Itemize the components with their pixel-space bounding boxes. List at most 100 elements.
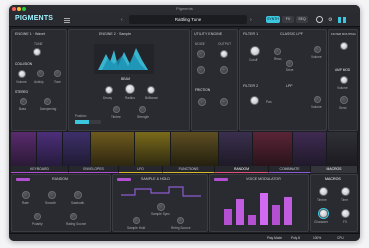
random-title[interactable]: RANDOM — [52, 177, 68, 181]
routing-title[interactable]: FILTER ROUTING — [331, 32, 356, 36]
friction-knob[interactable] — [198, 98, 206, 106]
preset-name[interactable]: Rattling Tune — [129, 15, 247, 24]
position-slider[interactable] — [75, 120, 101, 124]
seq-slot-5[interactable] — [135, 132, 171, 166]
polarity-knob[interactable] — [34, 213, 41, 220]
macro-fx-label: FX — [343, 220, 348, 224]
seq-slot-9[interactable] — [293, 132, 327, 166]
seq-slot-2[interactable] — [37, 132, 63, 166]
macro-time-knob[interactable] — [341, 187, 350, 196]
tune-knob[interactable] — [33, 48, 41, 56]
sample-hold-knob[interactable] — [133, 217, 140, 224]
sample-sync-knob[interactable] — [157, 203, 165, 211]
status-bar: Play Mode Poly 8 100% CPU — [9, 233, 360, 241]
seq-slot-1[interactable] — [11, 132, 37, 166]
engine2-title[interactable]: ENGINE 2 · Sample — [99, 32, 131, 36]
decay-knob[interactable] — [105, 86, 113, 94]
reso-knob[interactable] — [274, 48, 281, 55]
dampening-knob[interactable] — [44, 98, 51, 105]
filter2-type[interactable]: LPF — [286, 84, 293, 88]
voice-step-3[interactable] — [248, 215, 256, 225]
filter1-type[interactable]: CLASSIC LPF — [280, 32, 303, 36]
strength-knob[interactable] — [139, 106, 146, 113]
voice-step-display[interactable] — [218, 185, 302, 225]
menu-icon[interactable] — [64, 17, 70, 23]
retrig-source-label: Retrig Source — [171, 226, 191, 230]
cutoff-knob[interactable] — [250, 46, 260, 56]
filter1-title[interactable]: FILTER 1 — [243, 32, 258, 36]
voice-step-4[interactable] — [260, 193, 268, 225]
retrig-source-knob[interactable] — [177, 217, 184, 224]
fx-tab-button[interactable]: FX — [282, 16, 294, 23]
voice-step-6[interactable] — [284, 197, 292, 225]
seq-slot-8[interactable] — [253, 132, 293, 166]
rating-source-knob[interactable] — [70, 213, 77, 220]
cutoff-knob-f2[interactable] — [250, 96, 259, 105]
tab-functions[interactable]: FUNCTIONS — [163, 166, 215, 173]
brilliance-knob[interactable] — [147, 86, 155, 94]
tab-random[interactable]: RANDOM — [215, 166, 269, 173]
poly-label[interactable]: Poly 8 — [291, 236, 300, 240]
next-preset-icon[interactable]: › — [250, 17, 252, 23]
output-knob[interactable] — [220, 50, 228, 58]
random-source-selector[interactable] — [16, 178, 30, 181]
voice-step-5[interactable] — [272, 205, 280, 225]
decay-label: Decay — [103, 96, 113, 100]
tab-lfo[interactable]: LFO — [119, 166, 163, 173]
rate-knob[interactable] — [22, 191, 30, 199]
macro-timbre-knob[interactable] — [319, 187, 328, 196]
drive-knob[interactable] — [286, 60, 293, 67]
waveform-display[interactable] — [94, 44, 154, 74]
friction-knob-2[interactable] — [220, 98, 228, 106]
tab-envelopes[interactable]: ENVELOPES — [69, 166, 119, 173]
app-logo[interactable]: PIGMENTS — [15, 15, 53, 22]
volume-knob-label: Volume — [16, 80, 27, 84]
sample-hold-title[interactable]: SAMPLE & HOLD — [141, 177, 170, 181]
bass-knob[interactable] — [20, 98, 27, 105]
radius-knob[interactable] — [125, 84, 135, 94]
utility-title[interactable]: UTILITY ENGINE — [194, 32, 222, 36]
seq-slot-4[interactable] — [91, 132, 135, 166]
macro-character-knob[interactable] — [319, 209, 328, 218]
output-knob-2[interactable] — [220, 66, 228, 74]
voice-step-2[interactable] — [236, 199, 244, 225]
amp-mod-knob[interactable] — [340, 42, 348, 50]
send-knob[interactable] — [340, 96, 348, 104]
macros-title[interactable]: MACROS — [325, 177, 341, 181]
noise-knob-2[interactable] — [197, 66, 205, 74]
settings-gear-icon[interactable]: ⚙ — [328, 17, 332, 23]
prev-preset-icon[interactable]: ‹ — [121, 17, 123, 23]
voice-step-1[interactable] — [224, 209, 232, 225]
volume-knob[interactable] — [18, 70, 26, 78]
anticip-knob[interactable] — [37, 70, 44, 77]
cutoff-label: Cutoff — [249, 58, 258, 62]
master-knob-icon[interactable] — [316, 16, 323, 23]
rating-source-label: Rating Source — [66, 222, 87, 226]
seq-slot-7[interactable] — [219, 132, 253, 166]
voice-mod-title[interactable]: VOICE MODULATOR — [246, 177, 281, 181]
noise-knob[interactable] — [197, 50, 205, 58]
sh-source-selector[interactable] — [117, 178, 131, 181]
tab-keyboard[interactable]: KEYBOARD — [11, 166, 69, 173]
volume-knob-f2[interactable] — [314, 96, 321, 103]
tab-combinate[interactable]: COMBINATE — [269, 166, 311, 173]
tone-knob[interactable] — [54, 70, 61, 77]
seq-slot-3[interactable] — [63, 132, 91, 166]
smooth-knob[interactable] — [48, 191, 56, 199]
voice-source-selector[interactable] — [214, 178, 228, 181]
seq-tab-button[interactable]: SEQ — [296, 16, 308, 23]
synth-tab-button[interactable]: SYNTH — [266, 16, 280, 23]
seq-slot-10[interactable] — [327, 132, 358, 166]
tone-knob-label: Tone — [54, 80, 61, 84]
timbre-knob[interactable] — [113, 106, 120, 113]
seq-slot-6[interactable] — [171, 132, 219, 166]
engine1-title[interactable]: ENGINE 1 · Wavet — [15, 32, 45, 36]
zoom-label[interactable]: 100% — [313, 236, 321, 240]
play-mode-label[interactable]: Play Mode — [267, 236, 282, 240]
sawtooth-knob[interactable] — [74, 191, 82, 199]
amp-volume-knob[interactable] — [340, 76, 348, 84]
macro-fx-knob[interactable] — [341, 209, 350, 218]
tab-macros[interactable]: MACROS — [311, 166, 358, 173]
filter2-title[interactable]: FILTER 2 — [243, 84, 258, 88]
volume-knob-f1[interactable] — [314, 46, 321, 53]
